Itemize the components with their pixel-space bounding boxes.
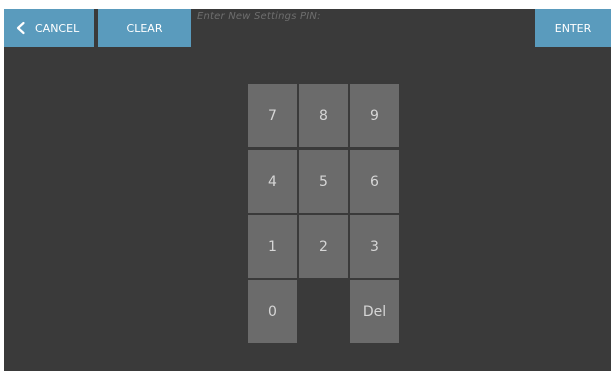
key-8[interactable]: 8 [299,84,348,147]
key-9[interactable]: 9 [350,84,399,147]
pin-prompt: Enter New Settings PIN: [197,11,321,22]
enter-label: ENTER [554,21,592,35]
chevron-left-icon [14,21,28,35]
key-0[interactable]: 0 [248,280,297,343]
cancel-label: CANCEL [35,21,80,35]
key-2[interactable]: 2 [299,215,348,278]
clear-button[interactable]: CLEAR [98,9,191,47]
key-5[interactable]: 5 [299,150,348,213]
clear-label: CLEAR [126,21,163,35]
delete-key[interactable]: Del [350,280,399,343]
key-7[interactable]: 7 [248,84,297,147]
cancel-button[interactable]: CANCEL [4,9,94,47]
pin-entry-screen: CANCEL CLEAR Enter New Settings PIN: ENT… [4,9,611,371]
key-1[interactable]: 1 [248,215,297,278]
key-3[interactable]: 3 [350,215,399,278]
key-6[interactable]: 6 [350,150,399,213]
enter-button[interactable]: ENTER [535,9,611,47]
key-4[interactable]: 4 [248,150,297,213]
